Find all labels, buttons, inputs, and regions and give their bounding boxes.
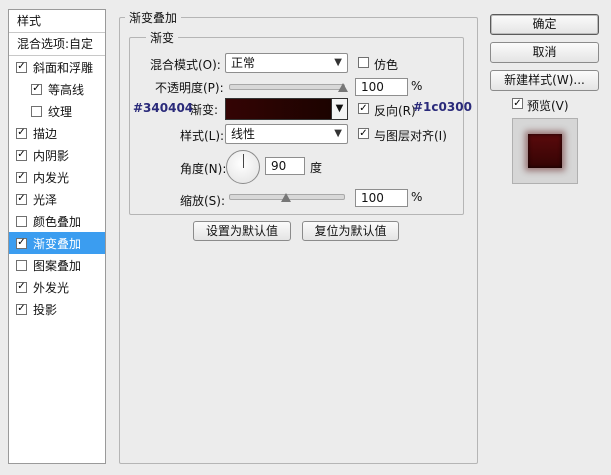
cancel-button[interactable]: 取消 <box>490 42 599 63</box>
chevron-down-icon: ▼ <box>334 57 342 68</box>
scale-input[interactable]: 100 <box>355 189 408 207</box>
chevron-down-icon: ▼ <box>334 128 342 139</box>
gradient-color-note-left: #340404 <box>133 101 194 115</box>
blend-mode-value: 正常 <box>231 56 256 70</box>
sidebar-item[interactable]: ✓ 内发光 <box>9 166 105 188</box>
sidebar-item[interactable]: ✓ 光泽 <box>9 188 105 210</box>
style-value: 线性 <box>231 127 256 141</box>
sidebar-item-checkbox[interactable]: ✓ <box>16 237 27 249</box>
dither-checkbox[interactable] <box>358 57 369 68</box>
sidebar-item-label: 纹理 <box>48 104 73 119</box>
styles-header: 样式 <box>9 10 105 33</box>
preview-label: 预览(V) <box>527 99 569 113</box>
angle-unit: 度 <box>310 161 323 175</box>
blending-options-item[interactable]: 混合选项:自定 <box>9 33 105 56</box>
sidebar-item[interactable]: 颜色叠加 <box>9 210 105 232</box>
set-default-button[interactable]: 设置为默认值 <box>193 221 291 241</box>
opacity-label: 不透明度(P): <box>155 81 224 95</box>
sidebar-item[interactable]: 图案叠加 <box>9 254 105 276</box>
sidebar-item[interactable]: ✓ 渐变叠加 <box>9 232 105 254</box>
sidebar-item-label: 外发光 <box>33 280 70 295</box>
sidebar-item-checkbox[interactable] <box>16 215 27 227</box>
angle-dial-needle <box>243 154 244 168</box>
scale-slider-thumb[interactable] <box>281 193 291 202</box>
sidebar-item-checkbox[interactable]: ✓ <box>16 61 27 73</box>
sidebar-item-label: 投影 <box>33 302 58 317</box>
style-list: ✓ 斜面和浮雕 ✓ 等高线纹理 ✓ 描边 ✓ 内阴影 ✓ 内发光 ✓ 光泽颜色叠加 ✓ 渐变叠加图案叠加 ✓… <box>9 56 105 320</box>
preview-swatch <box>528 134 562 168</box>
preview-checkbox[interactable]: ✓ <box>512 98 523 109</box>
subgroup-title: 渐变 <box>146 29 179 46</box>
reverse-label: 反向(R) <box>374 104 416 118</box>
sidebar-item[interactable]: ✓ 等高线 <box>9 78 105 100</box>
sidebar-item[interactable]: ✓ 内阴影 <box>9 144 105 166</box>
group-title: 渐变叠加 <box>125 9 182 26</box>
sidebar-item[interactable]: ✓ 斜面和浮雕 <box>9 56 105 78</box>
style-preview-thumbnail <box>512 118 578 184</box>
sidebar-item-label: 光泽 <box>33 192 58 207</box>
scale-unit: % <box>411 190 423 204</box>
opacity-slider-thumb[interactable] <box>338 83 348 92</box>
style-select[interactable]: 线性 ▼ <box>225 124 348 144</box>
sidebar-item-checkbox[interactable]: ✓ <box>31 83 42 95</box>
sidebar-item-label: 等高线 <box>48 82 85 97</box>
gradient-label: 渐变: <box>190 103 219 117</box>
align-with-layer-checkbox[interactable]: ✓ <box>358 128 369 139</box>
sidebar-item-checkbox[interactable]: ✓ <box>16 149 27 161</box>
styles-sidebar: 样式 混合选项:自定 ✓ 斜面和浮雕 ✓ 等高线纹理 ✓ 描边 ✓ 内阴影 ✓ 内发光 ✓ 光泽颜色叠… <box>8 9 106 464</box>
sidebar-item-label: 图案叠加 <box>33 258 82 273</box>
opacity-input[interactable]: 100 <box>355 78 408 96</box>
sidebar-item-checkbox[interactable]: ✓ <box>16 127 27 139</box>
opacity-slider[interactable] <box>229 84 345 90</box>
chevron-down-icon: ▼ <box>335 103 344 114</box>
dither-label: 仿色 <box>374 58 399 72</box>
align-with-layer-label: 与图层对齐(I) <box>374 129 447 143</box>
sidebar-item[interactable]: ✓ 投影 <box>9 298 105 320</box>
sidebar-item-label: 斜面和浮雕 <box>33 60 94 75</box>
reverse-checkbox[interactable]: ✓ <box>358 103 369 114</box>
blend-mode-select[interactable]: 正常 ▼ <box>225 53 348 73</box>
opacity-unit: % <box>411 79 423 93</box>
style-label: 样式(L): <box>180 129 225 143</box>
angle-label: 角度(N): <box>180 162 227 176</box>
sidebar-item-checkbox[interactable] <box>31 105 42 117</box>
sidebar-item-label: 内发光 <box>33 170 70 185</box>
sidebar-item-label: 内阴影 <box>33 148 70 163</box>
scale-label: 缩放(S): <box>180 194 226 208</box>
angle-input[interactable]: 90 <box>265 157 305 175</box>
sidebar-item-label: 颜色叠加 <box>33 214 82 229</box>
sidebar-item[interactable]: ✓ 外发光 <box>9 276 105 298</box>
gradient-swatch[interactable] <box>225 98 332 120</box>
sidebar-item[interactable]: ✓ 描边 <box>9 122 105 144</box>
gradient-color-note-right: #1c0300 <box>413 100 472 114</box>
sidebar-item-checkbox[interactable]: ✓ <box>16 281 27 293</box>
sidebar-item-checkbox[interactable]: ✓ <box>16 193 27 205</box>
sidebar-item[interactable]: 纹理 <box>9 100 105 122</box>
sidebar-item-checkbox[interactable]: ✓ <box>16 303 27 315</box>
angle-dial[interactable] <box>226 150 260 184</box>
sidebar-item-checkbox[interactable] <box>16 259 27 271</box>
reset-default-button[interactable]: 复位为默认值 <box>302 221 399 241</box>
sidebar-item-label: 描边 <box>33 126 58 141</box>
sidebar-item-label: 渐变叠加 <box>33 236 82 251</box>
sidebar-item-checkbox[interactable]: ✓ <box>16 171 27 183</box>
new-style-button[interactable]: 新建样式(W)... <box>490 70 599 91</box>
gradient-dropdown-button[interactable]: ▼ <box>331 98 348 120</box>
ok-button[interactable]: 确定 <box>490 14 599 35</box>
blend-mode-label: 混合模式(O): <box>150 58 221 72</box>
